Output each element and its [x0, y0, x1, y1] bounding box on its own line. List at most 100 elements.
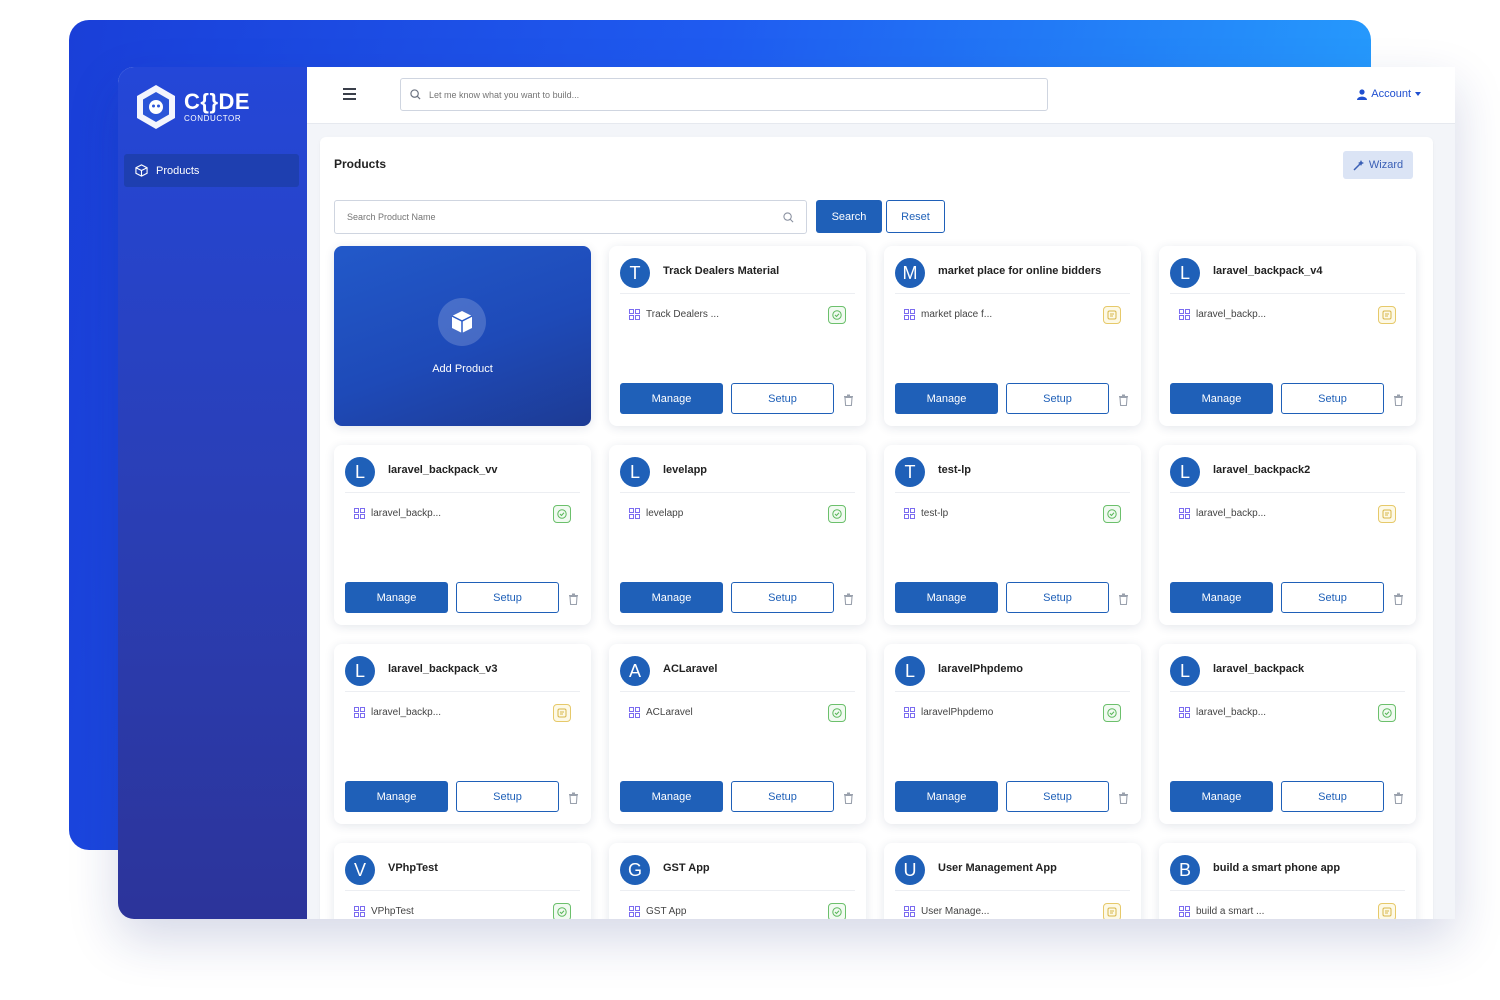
- product-module-row: test-lp: [904, 508, 948, 519]
- card-divider: [895, 492, 1130, 493]
- trash-icon[interactable]: [568, 791, 579, 805]
- product-search-input[interactable]: [347, 212, 747, 222]
- setup-button[interactable]: Setup: [456, 781, 559, 812]
- manage-button[interactable]: Manage: [895, 781, 998, 812]
- add-product-card[interactable]: Add Product: [334, 246, 591, 426]
- trash-icon[interactable]: [843, 791, 854, 805]
- sidebar-item-products[interactable]: Products: [124, 154, 299, 187]
- manage-button[interactable]: Manage: [620, 781, 723, 812]
- product-module-row: laravel_backp...: [1179, 707, 1266, 718]
- product-module-label: ACLaravel: [646, 707, 693, 718]
- product-module-row: ACLaravel: [629, 707, 693, 718]
- trash-icon[interactable]: [1118, 791, 1129, 805]
- status-pending-icon: [553, 704, 571, 722]
- product-title[interactable]: GST App: [663, 862, 710, 874]
- product-title[interactable]: Track Dealers Material: [663, 265, 779, 277]
- manage-button[interactable]: Manage: [620, 582, 723, 613]
- trash-icon[interactable]: [1118, 393, 1129, 407]
- product-title[interactable]: VPhpTest: [388, 862, 438, 874]
- setup-button[interactable]: Setup: [1281, 582, 1384, 613]
- product-title[interactable]: build a smart phone app: [1213, 862, 1340, 874]
- trash-icon[interactable]: [1393, 393, 1404, 407]
- card-divider: [345, 492, 580, 493]
- product-title[interactable]: laravel_backpack2: [1213, 464, 1310, 476]
- product-module-label: laravelPhpdemo: [921, 707, 994, 718]
- trash-icon[interactable]: [1393, 791, 1404, 805]
- setup-button[interactable]: Setup: [731, 582, 834, 613]
- product-title[interactable]: laravel_backpack_vv: [388, 464, 497, 476]
- manage-button[interactable]: Manage: [620, 383, 723, 414]
- product-card: Llaravel_backpack_vv laravel_backp... Mana…: [334, 445, 591, 625]
- grid-icon: [1179, 707, 1190, 718]
- product-avatar: U: [895, 855, 925, 885]
- product-avatar: L: [1170, 457, 1200, 487]
- product-avatar: L: [1170, 656, 1200, 686]
- menu-icon[interactable]: [343, 88, 356, 100]
- trash-icon[interactable]: [843, 592, 854, 606]
- product-avatar: L: [345, 656, 375, 686]
- product-title[interactable]: test-lp: [938, 464, 971, 476]
- status-check-icon: [1103, 505, 1121, 523]
- card-divider: [620, 691, 855, 692]
- product-module-label: laravel_backp...: [1196, 309, 1267, 320]
- reset-button[interactable]: Reset: [886, 200, 945, 233]
- product-title[interactable]: levelapp: [663, 464, 707, 476]
- manage-button[interactable]: Manage: [895, 383, 998, 414]
- brand-logo[interactable]: C{}DE CONDUCTOR: [134, 83, 250, 131]
- product-title[interactable]: laravel_backpack_v4: [1213, 265, 1322, 277]
- product-module-label: market place f...: [921, 309, 993, 320]
- card-divider: [1170, 492, 1405, 493]
- manage-button[interactable]: Manage: [1170, 781, 1273, 812]
- product-title[interactable]: ACLaravel: [663, 663, 717, 675]
- sidebar-item-label: Products: [156, 164, 200, 177]
- products-panel: Products Wizard Search Reset Add Product…: [320, 137, 1433, 919]
- grid-icon: [629, 906, 640, 917]
- trash-icon[interactable]: [568, 592, 579, 606]
- product-module-row: User Manage...: [904, 906, 989, 917]
- card-divider: [620, 492, 855, 493]
- manage-button[interactable]: Manage: [1170, 383, 1273, 414]
- product-avatar: T: [895, 457, 925, 487]
- product-avatar: V: [345, 855, 375, 885]
- product-module-row: laravel_backp...: [354, 707, 441, 718]
- trash-icon[interactable]: [843, 393, 854, 407]
- top-bar: Account: [307, 67, 1455, 124]
- product-title[interactable]: User Management App: [938, 862, 1057, 874]
- product-module-label: test-lp: [921, 508, 949, 519]
- grid-icon: [629, 707, 640, 718]
- setup-button[interactable]: Setup: [1281, 383, 1384, 414]
- build-prompt-input[interactable]: [429, 89, 989, 100]
- product-avatar: L: [895, 656, 925, 686]
- setup-button[interactable]: Setup: [731, 781, 834, 812]
- status-check-icon: [1103, 704, 1121, 722]
- setup-button[interactable]: Setup: [456, 582, 559, 613]
- status-pending-icon: [1103, 306, 1121, 324]
- product-title[interactable]: laravelPhpdemo: [938, 663, 1023, 675]
- setup-button[interactable]: Setup: [1006, 383, 1109, 414]
- status-pending-icon: [1378, 505, 1396, 523]
- trash-icon[interactable]: [1393, 592, 1404, 606]
- manage-button[interactable]: Manage: [345, 582, 448, 613]
- setup-button[interactable]: Setup: [731, 383, 834, 414]
- card-divider: [895, 890, 1130, 891]
- product-avatar: L: [620, 457, 650, 487]
- product-module-row: levelapp: [629, 508, 683, 519]
- product-module-row: laravel_backp...: [354, 508, 441, 519]
- status-check-icon: [828, 704, 846, 722]
- trash-icon[interactable]: [1118, 592, 1129, 606]
- product-avatar: G: [620, 855, 650, 885]
- account-menu[interactable]: Account: [1357, 88, 1421, 100]
- product-avatar: B: [1170, 855, 1200, 885]
- wizard-button[interactable]: Wizard: [1343, 151, 1413, 179]
- product-title[interactable]: market place for online bidders: [938, 265, 1101, 277]
- setup-button[interactable]: Setup: [1006, 781, 1109, 812]
- product-title[interactable]: laravel_backpack: [1213, 663, 1304, 675]
- product-title[interactable]: laravel_backpack_v3: [388, 663, 497, 675]
- setup-button[interactable]: Setup: [1006, 582, 1109, 613]
- search-button[interactable]: Search: [816, 200, 882, 233]
- setup-button[interactable]: Setup: [1281, 781, 1384, 812]
- magic-wand-icon: [1353, 160, 1364, 171]
- manage-button[interactable]: Manage: [895, 582, 998, 613]
- manage-button[interactable]: Manage: [1170, 582, 1273, 613]
- manage-button[interactable]: Manage: [345, 781, 448, 812]
